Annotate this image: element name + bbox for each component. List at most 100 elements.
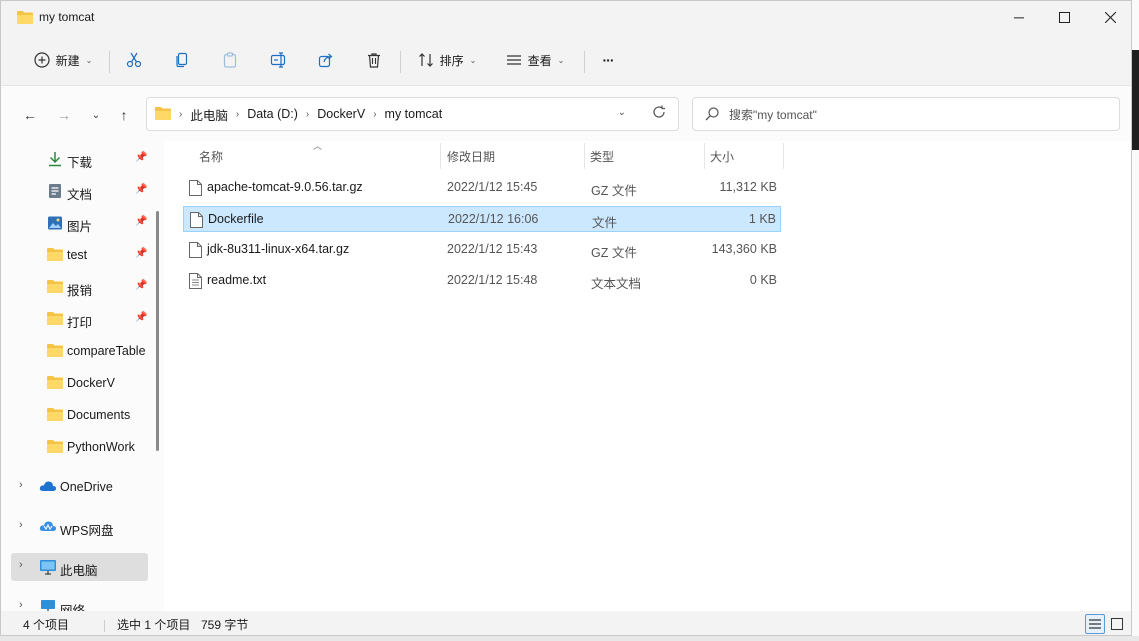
chevron-down-icon: ⌄: [469, 55, 477, 65]
new-button[interactable]: 新建 ⌄: [23, 43, 103, 77]
chevron-right-icon[interactable]: ›: [19, 479, 23, 491]
chevron-right-icon[interactable]: ›: [306, 109, 309, 120]
arrow-up-icon: ↑: [120, 107, 128, 123]
plus-circle-icon: [34, 52, 50, 68]
nav-scrollbar[interactable]: [156, 211, 159, 451]
breadcrumb-my-tomcat[interactable]: my tomcat: [385, 107, 443, 121]
details-view-icon: [1089, 619, 1101, 629]
chevron-down-icon: ⌄: [85, 55, 93, 65]
column-header-date[interactable]: 修改日期: [447, 141, 583, 171]
nav-item-label: 报销: [67, 284, 93, 298]
nav-item-label: 此电脑: [60, 564, 98, 578]
file-type: 文件: [592, 216, 618, 230]
nav-item-label: 图片: [67, 220, 93, 234]
nav-item-label: PythonWork: [67, 440, 135, 454]
file-date: 2022/1/12 16:06: [448, 212, 539, 226]
folder-icon: [47, 439, 63, 456]
chevron-right-icon[interactable]: ›: [373, 109, 376, 120]
close-icon: [1104, 11, 1116, 23]
nav-item-documents[interactable]: 文档 📌: [11, 177, 148, 205]
nav-item-documents-folder[interactable]: Documents: [11, 401, 148, 429]
address-history-dropdown[interactable]: ⌄: [618, 107, 626, 118]
nav-item-pythonwork[interactable]: PythonWork: [11, 433, 148, 461]
share-button[interactable]: [311, 43, 341, 77]
chevron-right-icon[interactable]: ›: [19, 519, 23, 531]
column-divider[interactable]: [783, 143, 784, 169]
nav-item-test[interactable]: test 📌: [11, 241, 148, 269]
forward-button[interactable]: →: [51, 102, 77, 128]
copy-button[interactable]: [167, 43, 197, 77]
sort-button[interactable]: 排序 ⌄: [411, 43, 483, 77]
recent-locations-button[interactable]: ⌄: [83, 102, 109, 128]
cloud-icon: [39, 479, 57, 496]
selection-size: 759 字节: [201, 618, 249, 632]
column-divider[interactable]: [704, 143, 705, 169]
file-icon: [189, 180, 202, 199]
tiles-view-button[interactable]: [1107, 614, 1127, 634]
nav-item-dockerv[interactable]: DockerV: [11, 369, 148, 397]
nav-item-reimbursement[interactable]: 报销 📌: [11, 273, 148, 301]
trash-icon: [368, 53, 380, 68]
minimize-button[interactable]: ─: [996, 1, 1042, 33]
status-divider: [104, 620, 105, 632]
pin-icon: 📌: [135, 280, 148, 291]
chevron-right-icon[interactable]: ›: [19, 559, 23, 571]
file-name: Dockerfile: [208, 212, 264, 226]
cut-button[interactable]: [119, 43, 149, 77]
nav-item-wps-cloud[interactable]: › WPS网盘: [11, 513, 148, 541]
search-placeholder: 搜索"my tomcat": [729, 107, 817, 122]
chevron-right-icon[interactable]: ›: [236, 109, 239, 120]
view-button[interactable]: 查看 ⌄: [499, 43, 571, 77]
nav-item-this-pc[interactable]: › 此电脑: [11, 553, 148, 581]
file-date: 2022/1/12 15:48: [447, 273, 538, 287]
pin-icon: 📌: [135, 248, 148, 259]
nav-item-comparetable[interactable]: compareTable: [11, 337, 148, 365]
column-header-size[interactable]: 大小: [710, 141, 780, 171]
nav-item-onedrive[interactable]: › OneDrive: [11, 473, 148, 501]
close-button[interactable]: [1087, 1, 1131, 33]
nav-item-downloads[interactable]: 下载 📌: [11, 145, 148, 173]
tiles-view-icon: [1111, 618, 1123, 630]
computer-icon: [39, 559, 57, 578]
refresh-icon: [653, 105, 665, 118]
back-button[interactable]: ←: [17, 102, 43, 128]
maximize-icon: [1058, 11, 1070, 23]
refresh-button[interactable]: [652, 105, 666, 122]
paste-button[interactable]: [215, 43, 245, 77]
search-input[interactable]: 搜索"my tomcat": [692, 97, 1120, 131]
folder-icon: [47, 375, 63, 392]
breadcrumb-data-drive[interactable]: Data (D:): [247, 107, 298, 121]
table-row[interactable]: readme.txt 2022/1/12 15:48 文本文档 0 KB: [183, 268, 781, 294]
column-header-label: 大小: [710, 149, 735, 164]
view-list-icon: [506, 55, 521, 65]
breadcrumb-this-pc[interactable]: 此电脑: [190, 105, 228, 124]
more-options-button[interactable]: ···: [593, 43, 623, 77]
table-row[interactable]: jdk-8u311-linux-x64.tar.gz 2022/1/12 15:…: [183, 237, 781, 263]
details-view-button[interactable]: [1085, 614, 1105, 634]
column-divider[interactable]: [584, 143, 585, 169]
nav-item-label: Documents: [67, 408, 131, 422]
column-header-name[interactable]: 名称 ︿: [199, 141, 439, 171]
nav-item-print[interactable]: 打印 📌: [11, 305, 148, 333]
chevron-down-icon: ⌄: [557, 55, 565, 65]
maximize-button[interactable]: [1041, 1, 1087, 33]
download-icon: [47, 151, 63, 170]
delete-button[interactable]: [359, 43, 389, 77]
sort-label: 排序: [439, 53, 464, 68]
nav-item-network[interactable]: › 网络: [11, 593, 148, 611]
chevron-right-icon[interactable]: ›: [19, 599, 23, 611]
nav-item-pictures[interactable]: 图片 📌: [11, 209, 148, 237]
file-list: 名称 ︿ 修改日期 类型 大小 apache-tomcat-9.0.56.tar…: [164, 141, 1131, 611]
table-row[interactable]: apache-tomcat-9.0.56.tar.gz 2022/1/12 15…: [183, 175, 781, 201]
view-label: 查看: [527, 53, 552, 68]
rename-button[interactable]: [263, 43, 293, 77]
column-header-type[interactable]: 类型: [590, 141, 702, 171]
folder-icon: [17, 10, 33, 27]
file-name: readme.txt: [207, 273, 267, 287]
table-row[interactable]: Dockerfile 2022/1/12 16:06 文件 1 KB: [183, 206, 781, 232]
column-divider[interactable]: [440, 143, 441, 169]
up-button[interactable]: ↑: [111, 102, 137, 128]
address-bar[interactable]: › 此电脑 › Data (D:) › DockerV › my tomcat …: [146, 97, 679, 131]
rename-icon: [270, 52, 286, 68]
breadcrumb-dockerv[interactable]: DockerV: [317, 107, 365, 121]
